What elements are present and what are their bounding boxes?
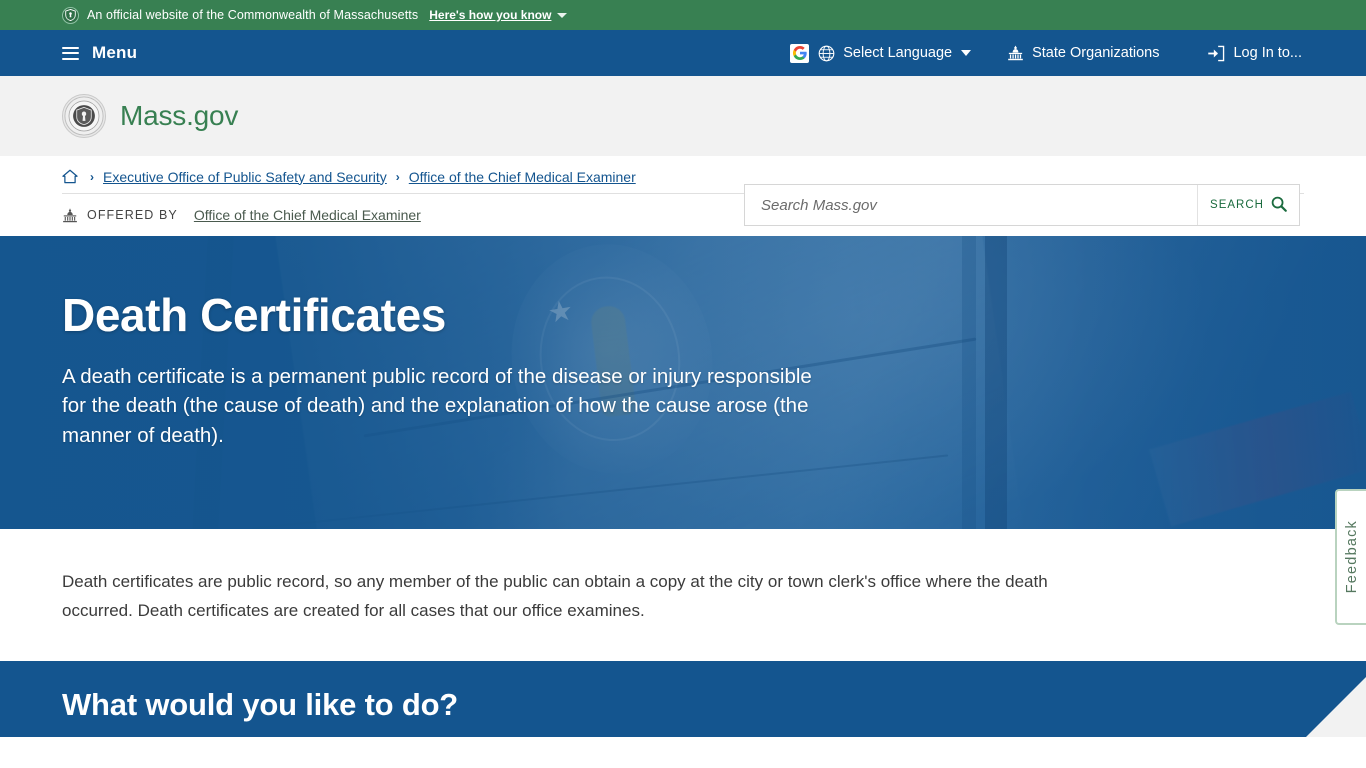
breadcrumb-separator-1: › bbox=[90, 169, 94, 184]
offered-by-label: OFFERED BY bbox=[87, 208, 178, 222]
magnifier-icon bbox=[1271, 196, 1287, 215]
intro-paragraph: Death certificates are public record, so… bbox=[62, 572, 1048, 621]
heres-how-you-know-label: Here's how you know bbox=[429, 8, 552, 22]
hamburger-icon bbox=[62, 46, 79, 60]
page-title: Death Certificates bbox=[62, 289, 446, 341]
main-content: Death certificates are public record, so… bbox=[0, 529, 1366, 626]
capitol-building-icon bbox=[62, 208, 78, 223]
home-icon[interactable] bbox=[62, 169, 78, 184]
log-in-link[interactable]: Log In to... bbox=[1207, 45, 1302, 62]
select-language-label: Select Language bbox=[843, 45, 953, 61]
cta-heading: What would you like to do? bbox=[62, 687, 459, 723]
massachusetts-state-seal-icon bbox=[62, 94, 106, 138]
search-button[interactable]: SEARCH bbox=[1197, 185, 1299, 225]
search-input[interactable] bbox=[745, 185, 1197, 225]
site-search: SEARCH bbox=[744, 184, 1300, 226]
page-subtitle: A death certificate is a permanent publi… bbox=[62, 364, 812, 448]
search-button-label: SEARCH bbox=[1210, 199, 1264, 211]
state-organizations-label: State Organizations bbox=[1032, 45, 1160, 61]
official-website-banner: An official website of the Commonwealth … bbox=[0, 0, 1366, 30]
hero-banner: ★ Death Certificates A death certificate… bbox=[0, 236, 1366, 529]
select-language-control[interactable]: Select Language bbox=[790, 43, 972, 63]
login-arrow-icon bbox=[1207, 45, 1225, 62]
feedback-tab[interactable]: Feedback bbox=[1335, 489, 1366, 625]
capitol-building-icon bbox=[1007, 45, 1024, 61]
state-organizations-link[interactable]: State Organizations bbox=[1007, 45, 1159, 61]
corner-notch-decoration bbox=[1306, 677, 1366, 738]
brand-name: Mass.gov bbox=[120, 100, 239, 131]
feedback-tab-label: Feedback bbox=[1343, 520, 1360, 594]
menu-button-label: Menu bbox=[92, 43, 138, 62]
official-website-text: An official website of the Commonwealth … bbox=[87, 8, 419, 22]
chevron-down-icon bbox=[961, 50, 972, 56]
what-would-you-like-to-do-section: What would you like to do? bbox=[0, 661, 1366, 738]
site-header: Mass.gov SEARCH bbox=[0, 76, 1366, 226]
menu-button[interactable]: Menu bbox=[62, 43, 137, 63]
nav-right-group: Select Language State Organizations Log … bbox=[790, 30, 1366, 76]
google-translate-icon bbox=[790, 43, 810, 63]
breadcrumb-item-1[interactable]: Executive Office of Public Safety and Se… bbox=[103, 169, 387, 185]
primary-navigation-bar: Menu Select Language State Organizations… bbox=[0, 30, 1366, 76]
shield-icon bbox=[62, 6, 79, 24]
chevron-down-icon bbox=[557, 12, 568, 18]
breadcrumb-separator-2: › bbox=[395, 169, 400, 184]
offered-by-organization-link[interactable]: Office of the Chief Medical Examiner bbox=[194, 207, 421, 223]
globe-icon bbox=[818, 45, 835, 62]
heres-how-you-know-toggle[interactable]: Here's how you know bbox=[429, 8, 568, 22]
breadcrumb-item-2[interactable]: Office of the Chief Medical Examiner bbox=[409, 169, 636, 185]
log-in-label: Log In to... bbox=[1233, 45, 1302, 61]
site-logo-link[interactable]: Mass.gov bbox=[62, 94, 238, 138]
hero-content: Death Certificates A death certificate i… bbox=[0, 236, 830, 451]
